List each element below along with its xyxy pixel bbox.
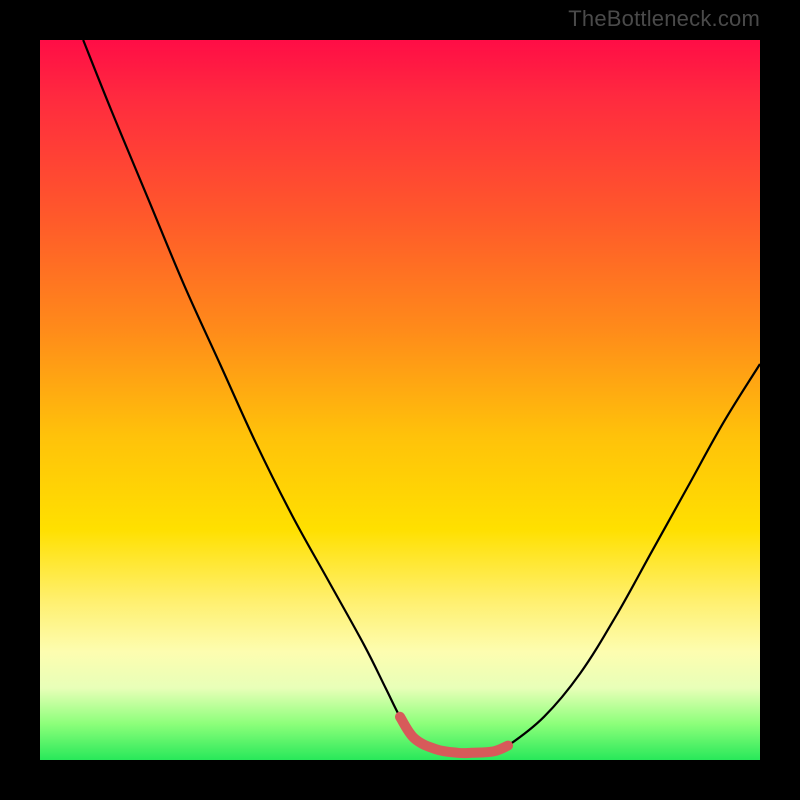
- watermark-text: TheBottleneck.com: [568, 6, 760, 32]
- curve-path: [83, 40, 760, 753]
- plot-area: [40, 40, 760, 760]
- curve-highlight: [400, 717, 508, 753]
- chart-frame: TheBottleneck.com: [0, 0, 800, 800]
- curve-svg: [40, 40, 760, 760]
